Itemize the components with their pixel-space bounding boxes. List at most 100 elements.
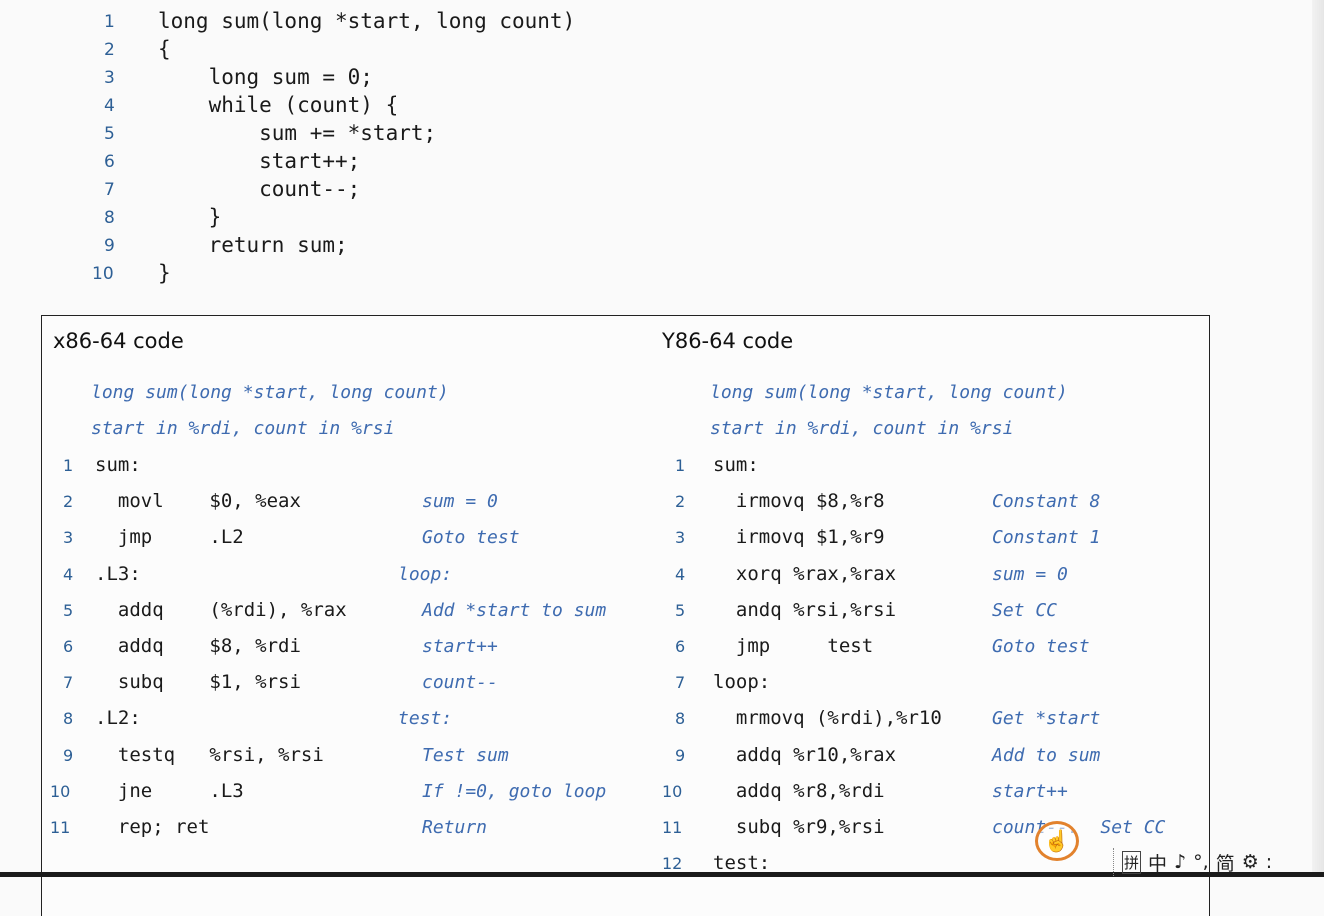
ime-settings-icon[interactable]: ⚙ [1242, 851, 1259, 873]
x86-line-number: 5 [63, 600, 74, 620]
y86-line-number: 3 [675, 528, 686, 548]
x86-comment: If !=0, goto loop [422, 780, 607, 802]
source-line-number: 4 [104, 96, 115, 116]
y86-line-number: 9 [675, 745, 686, 765]
x86-line-number: 4 [63, 564, 74, 584]
x86-line-number: 2 [63, 492, 74, 512]
y86-comment: sum = 0 [992, 563, 1068, 585]
y86-instruction: loop: [713, 671, 771, 694]
y86-line-number: 4 [675, 564, 686, 584]
x86-comment: Test sum [422, 744, 509, 766]
x86-signature: long sum(long *start, long count) [91, 382, 449, 403]
x86-comment: loop: [398, 563, 453, 585]
y86-instruction: addq %r8,%rdi [713, 779, 885, 802]
ime-half-width-icon[interactable]: ♪ [1174, 851, 1186, 873]
source-line-number: 9 [104, 236, 115, 256]
source-line: return sum; [158, 233, 348, 257]
y86-comment: Constant 1 [992, 527, 1101, 549]
input-method-toolbar[interactable]: 拼 中 ♪ °, 简 ⚙ : [1113, 848, 1303, 876]
x86-instruction: addq (%rdi), %rax [95, 598, 347, 621]
x86-line-number: 1 [63, 456, 74, 475]
page-edge-shadow [1312, 0, 1324, 877]
source-line: } [158, 205, 222, 229]
x86-line-number: 6 [63, 637, 74, 656]
y86-register-note: start in %rdi, count in %rsi [710, 418, 1014, 439]
y86-instruction: irmovq $8,%r8 [713, 490, 885, 513]
source-line: start++; [158, 149, 361, 173]
y86-instruction: mrmovq (%rdi),%r10 [713, 707, 942, 730]
source-line: while (count) { [158, 93, 399, 117]
y86-instruction: test: [713, 852, 771, 875]
y86-comment: start++ [992, 780, 1068, 802]
y86-line-number: 2 [675, 492, 686, 512]
x86-comment: sum = 0 [422, 491, 498, 513]
y86-signature: long sum(long *start, long count) [710, 382, 1068, 403]
x86-instruction: sum: [95, 454, 141, 476]
y86-line-number: 7 [675, 673, 686, 693]
source-line-number: 1 [104, 12, 115, 32]
source-line-number: 5 [104, 124, 115, 144]
y86-line-number: 10 [662, 781, 683, 801]
x86-instruction: .L2: [95, 707, 141, 730]
source-line: { [158, 37, 171, 61]
y86-instruction: irmovq $1,%r9 [713, 526, 885, 549]
x86-instruction: testq %rsi, %rsi [95, 743, 324, 766]
ime-more-icon[interactable]: : [1266, 851, 1272, 873]
y86-code-heading: Y86-64 code [662, 329, 794, 353]
source-line: } [158, 261, 171, 285]
y86-line-number: 6 [675, 637, 686, 656]
ime-chinese-mode-toggle[interactable]: 中 [1148, 849, 1167, 876]
y86-comment: Constant 8 [992, 491, 1101, 513]
y86-instruction: sum: [713, 454, 759, 476]
ime-pinyin-icon[interactable]: 拼 [1122, 850, 1142, 874]
y86-comment: Goto test [992, 636, 1090, 657]
source-line-number: 2 [104, 40, 115, 60]
source-line-number: 3 [104, 68, 115, 88]
x86-instruction: subq $1, %rsi [95, 671, 301, 694]
x86-comment: Goto test [422, 527, 520, 549]
x86-line-number: 3 [63, 528, 74, 548]
source-line: count--; [158, 177, 361, 201]
y86-line-number: 12 [662, 854, 683, 874]
source-line-number: 6 [104, 152, 115, 172]
x86-instruction: .L3: [95, 562, 141, 585]
source-line-number: 7 [104, 180, 115, 200]
x86-line-number: 8 [63, 709, 74, 729]
x86-line-number: 10 [50, 781, 71, 801]
hand-cursor-icon: ☝ [1035, 821, 1079, 861]
source-line: long sum(long *start, long count) [158, 9, 576, 33]
source-line: sum += *start; [158, 121, 437, 145]
x86-instruction: rep; ret [95, 816, 210, 838]
y86-comment: Set CC [992, 599, 1058, 621]
y86-instruction: addq %r10,%rax [713, 743, 897, 766]
x86-register-note: start in %rdi, count in %rsi [91, 418, 395, 439]
y86-line-number: 11 [662, 818, 683, 837]
hand-cursor-glyph: ☝ [1043, 828, 1071, 853]
x86-line-number: 9 [63, 745, 74, 765]
y86-instruction: jmp test [713, 635, 874, 657]
source-line: long sum = 0; [158, 65, 373, 89]
x86-comment: count-- [422, 672, 498, 694]
source-line-number: 10 [92, 264, 114, 284]
ime-punctuation-icon[interactable]: °, [1193, 851, 1209, 873]
y86-line-number: 8 [675, 709, 686, 729]
x86-comment: Add *start to sum [422, 599, 607, 621]
x86-code-heading: x86-64 code [53, 329, 184, 353]
x86-comment: test: [398, 708, 453, 730]
x86-instruction: movl $0, %eax [95, 490, 301, 513]
y86-instruction: xorq %rax,%rax [713, 562, 897, 585]
y86-comment: Get *start [992, 708, 1101, 730]
x86-comment: Return [422, 817, 488, 838]
x86-instruction: addq $8, %rdi [95, 635, 301, 657]
source-line-number: 8 [104, 208, 115, 228]
x86-line-number: 11 [50, 818, 71, 837]
x86-instruction: jmp .L2 [95, 526, 244, 549]
y86-comment: Add to sum [992, 744, 1101, 766]
y86-instruction: subq %r9,%rsi [713, 816, 885, 838]
x86-comment: start++ [422, 636, 498, 657]
y86-instruction: andq %rsi,%rsi [713, 598, 897, 621]
x86-instruction: jne .L3 [95, 779, 244, 802]
ime-simplified-toggle[interactable]: 简 [1216, 849, 1235, 876]
y86-line-number: 5 [675, 600, 686, 620]
y86-line-number: 1 [675, 456, 686, 475]
